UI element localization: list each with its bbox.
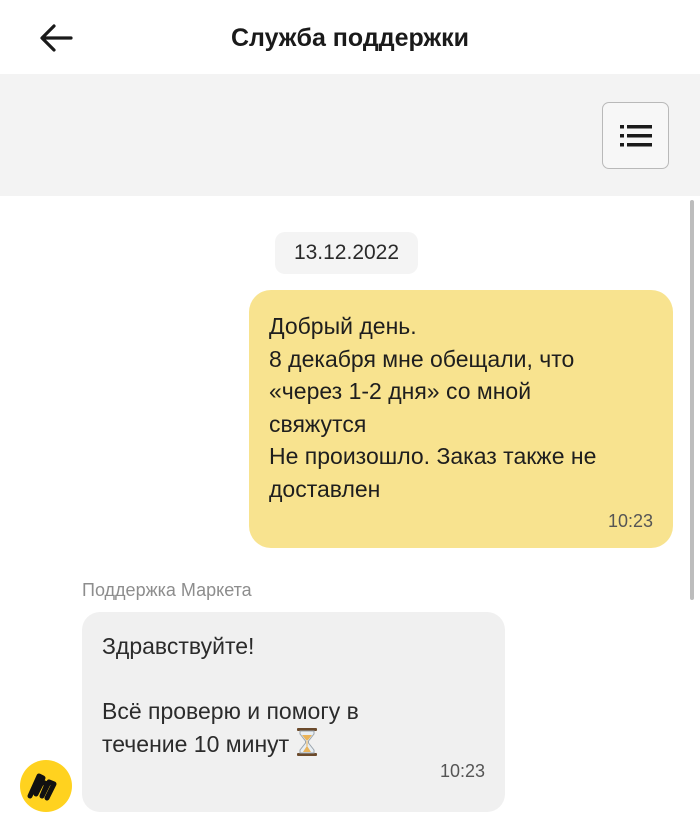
message-text: Здравствуйте! Всё проверю и помогу в теч… [102, 633, 359, 757]
incoming-message[interactable]: Здравствуйте! Всё проверю и помогу в теч… [82, 612, 505, 812]
arrow-left-icon [40, 24, 73, 52]
date-separator: 13.12.2022 [275, 232, 418, 274]
outgoing-message[interactable]: Добрый день. 8 декабря мне обещали, что … [249, 290, 673, 548]
message-time: 10:23 [439, 761, 485, 781]
chat-area[interactable]: 13.12.2022 Добрый день. 8 декабря мне об… [0, 196, 700, 829]
back-button[interactable] [36, 18, 76, 58]
message-time: 10:23 [607, 511, 653, 531]
message-text-container: Здравствуйте! Всё проверю и помогу в теч… [102, 630, 492, 764]
message-text: Добрый день. 8 декабря мне обещали, что … [269, 313, 597, 502]
chat-toolbar [0, 74, 700, 196]
header-bar: Служба поддержки [0, 0, 700, 74]
hourglass-icon [295, 727, 319, 765]
yandex-market-logo-icon [27, 773, 57, 801]
sender-name: Поддержка Маркета [82, 580, 252, 600]
page-title: Служба поддержки [230, 24, 470, 52]
menu-button[interactable] [602, 102, 669, 169]
scrollbar[interactable] [690, 200, 694, 600]
list-menu-icon [619, 124, 652, 146]
support-avatar [20, 760, 72, 812]
